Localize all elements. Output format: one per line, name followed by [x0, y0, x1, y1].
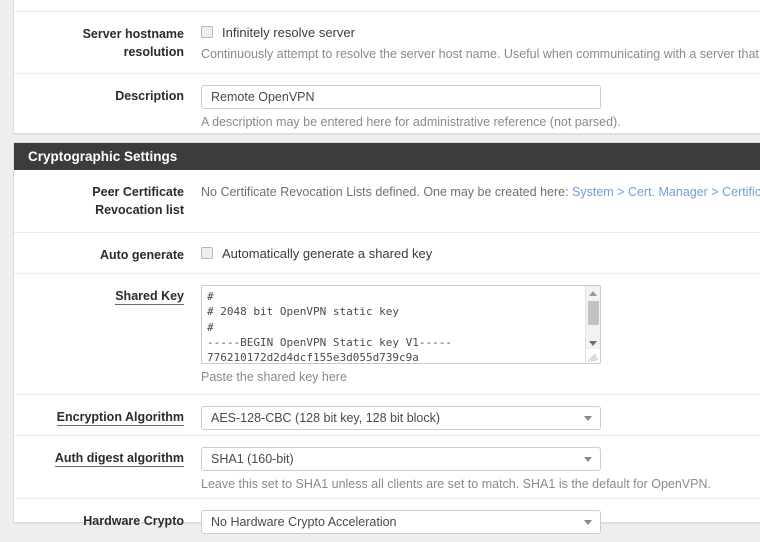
- tunnel-settings-panel: options Server hostname resolution Infin…: [13, 0, 760, 134]
- encryption-algorithm-label: Encryption Algorithm: [14, 406, 184, 424]
- peer-certificate-revocation-list-field: No Certificate Revocation Lists defined.…: [184, 181, 760, 221]
- shared-key-textarea[interactable]: # # 2048 bit OpenVPN static key # -----B…: [201, 285, 601, 364]
- scroll-up-arrow-icon[interactable]: [589, 291, 597, 296]
- cert-manager-link[interactable]: System > Cert. Manager > Certificate R: [572, 185, 760, 199]
- infinitely-resolve-server-checkbox[interactable]: [201, 26, 213, 38]
- infinitely-resolve-server-checkbox-row[interactable]: Infinitely resolve server: [201, 23, 760, 41]
- cryptographic-settings-panel: Cryptographic Settings Peer Certificate …: [13, 142, 760, 523]
- shared-key-row: Shared Key # # 2048 bit OpenVPN static k…: [14, 273, 760, 394]
- custom-options-row: options: [14, 0, 760, 11]
- server-hostname-resolution-label-line1: Server hostname: [83, 27, 184, 41]
- hardware-crypto-value[interactable]: No Hardware Crypto Acceleration: [211, 511, 574, 533]
- scrollbar-thumb[interactable]: [588, 301, 599, 325]
- hardware-crypto-label: Hardware Crypto: [14, 510, 184, 531]
- peer-cert-crl-label-line2: Revocation list: [95, 203, 184, 217]
- chevron-down-icon[interactable]: [584, 416, 592, 421]
- description-help: A description may be entered here for ad…: [201, 114, 760, 131]
- auto-generate-row: Auto generate Automatically generate a s…: [14, 232, 760, 273]
- shared-key-help: Paste the shared key here: [201, 369, 760, 386]
- server-hostname-resolution-label-line2: resolution: [124, 45, 184, 59]
- infinitely-resolve-server-label[interactable]: Infinitely resolve server: [222, 25, 355, 40]
- auth-digest-algorithm-label: Auth digest algorithm: [14, 447, 184, 487]
- auth-digest-algorithm-value[interactable]: SHA1 (160-bit): [211, 448, 574, 470]
- auth-digest-algorithm-row: Auth digest algorithm SHA1 (160-bit) Lea…: [14, 435, 760, 498]
- encryption-algorithm-label-text[interactable]: Encryption Algorithm: [57, 410, 184, 426]
- hardware-crypto-row: Hardware Crypto No Hardware Crypto Accel…: [14, 498, 760, 542]
- scroll-down-arrow-icon[interactable]: [589, 341, 597, 346]
- shared-key-textarea-text[interactable]: # # 2048 bit OpenVPN static key # -----B…: [207, 289, 582, 364]
- auth-digest-algorithm-field: SHA1 (160-bit) Leave this set to SHA1 un…: [184, 447, 760, 487]
- encryption-algorithm-row: Encryption Algorithm AES-128-CBC (128 bi…: [14, 394, 760, 435]
- auto-generate-field: Automatically generate a shared key: [184, 244, 760, 262]
- server-hostname-resolution-row: Server hostname resolution Infinitely re…: [14, 11, 760, 73]
- shared-key-label: Shared Key: [14, 285, 184, 383]
- auth-digest-algorithm-select[interactable]: SHA1 (160-bit): [201, 447, 601, 471]
- hardware-crypto-select[interactable]: No Hardware Crypto Acceleration: [201, 510, 601, 534]
- peer-cert-crl-message-text: No Certificate Revocation Lists defined.…: [201, 185, 572, 199]
- chevron-down-icon[interactable]: [584, 520, 592, 525]
- encryption-algorithm-field: AES-128-CBC (128 bit key, 128 bit block): [184, 406, 760, 424]
- auth-digest-algorithm-label-text[interactable]: Auth digest algorithm: [55, 451, 184, 467]
- auth-digest-algorithm-help: Leave this set to SHA1 unless all client…: [201, 476, 760, 493]
- textarea-resize-grip-icon[interactable]: [586, 349, 600, 363]
- description-label: Description: [14, 85, 184, 124]
- peer-certificate-revocation-list-label: Peer Certificate Revocation list: [14, 181, 184, 221]
- peer-cert-crl-message: No Certificate Revocation Lists defined.…: [201, 181, 760, 201]
- shared-key-label-text[interactable]: Shared Key: [115, 289, 184, 305]
- auto-generate-shared-key-label[interactable]: Automatically generate a shared key: [222, 246, 432, 261]
- auto-generate-checkbox-row[interactable]: Automatically generate a shared key: [201, 244, 760, 262]
- hardware-crypto-field: No Hardware Crypto Acceleration: [184, 510, 760, 531]
- chevron-down-icon[interactable]: [584, 457, 592, 462]
- description-field: A description may be entered here for ad…: [184, 85, 760, 124]
- page-root: options Server hostname resolution Infin…: [0, 0, 760, 542]
- description-row: Description A description may be entered…: [14, 73, 760, 135]
- peer-certificate-revocation-list-row: Peer Certificate Revocation list No Cert…: [14, 170, 760, 232]
- server-hostname-resolution-field: Infinitely resolve server Continuously a…: [184, 23, 760, 62]
- server-hostname-resolution-help: Continuously attempt to resolve the serv…: [201, 46, 760, 63]
- auto-generate-label: Auto generate: [14, 244, 184, 262]
- server-hostname-resolution-label: Server hostname resolution: [14, 23, 184, 62]
- encryption-algorithm-select[interactable]: AES-128-CBC (128 bit key, 128 bit block): [201, 406, 601, 430]
- encryption-algorithm-value[interactable]: AES-128-CBC (128 bit key, 128 bit block): [211, 407, 574, 429]
- auto-generate-shared-key-checkbox[interactable]: [201, 247, 213, 259]
- description-input[interactable]: [201, 85, 601, 109]
- cryptographic-settings-heading: Cryptographic Settings: [14, 143, 760, 170]
- peer-cert-crl-label-line1: Peer Certificate: [92, 185, 184, 199]
- shared-key-field: # # 2048 bit OpenVPN static key # -----B…: [184, 285, 760, 383]
